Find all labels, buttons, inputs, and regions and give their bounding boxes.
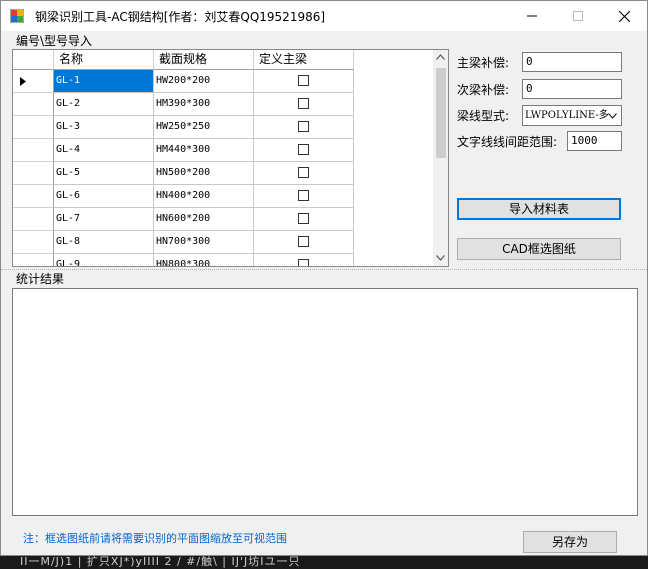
import-menu-tab[interactable]: 编号\型号导入	[16, 32, 92, 49]
cell-main-beam	[254, 162, 354, 185]
cell-name[interactable]: GL-9	[54, 254, 154, 266]
beam-grid[interactable]: 名称 截面规格 定义主梁 GL-1 HW200*200 GL-2 HM390*300 G…	[12, 49, 449, 267]
main-beam-checkbox[interactable]	[298, 98, 309, 109]
close-button[interactable]	[601, 1, 647, 31]
import-material-button[interactable]: 导入材料表	[457, 198, 621, 220]
cell-spec[interactable]: HN500*200	[154, 162, 254, 185]
main-beam-checkbox[interactable]	[298, 144, 309, 155]
main-beam-checkbox[interactable]	[298, 121, 309, 132]
cell-name[interactable]: GL-4	[54, 139, 154, 162]
cell-spec[interactable]: HN800*300	[154, 254, 254, 266]
row-header[interactable]	[13, 93, 54, 116]
cell-main-beam	[254, 208, 354, 231]
main-beam-comp-label: 主梁补偿:	[457, 56, 510, 70]
window-title: 钢梁识别工具-AC钢结构[作者：刘艾春QQ19521986]	[35, 10, 326, 24]
cell-spec[interactable]: HM390*300	[154, 93, 254, 116]
main-beam-checkbox[interactable]	[298, 75, 309, 86]
minimize-button[interactable]	[509, 1, 555, 31]
row-header[interactable]	[13, 208, 54, 231]
background-cad-area: II一M/J)1 | 扩只XJ*)yIIII 2 / #/触\ | IJ'J坊I…	[0, 556, 648, 569]
scroll-thumb[interactable]	[436, 68, 446, 158]
main-window: 钢梁识别工具-AC钢结构[作者：刘艾春QQ19521986] 编号\型号导入 名…	[0, 0, 648, 556]
main-beam-comp-input[interactable]: 0	[522, 52, 622, 72]
cell-name[interactable]: GL-7	[54, 208, 154, 231]
cell-spec[interactable]: HN600*200	[154, 208, 254, 231]
cad-select-drawing-button[interactable]: CAD框选图纸	[457, 238, 621, 260]
line-type-label: 梁线型式:	[457, 109, 510, 123]
cell-main-beam	[254, 93, 354, 116]
cell-name[interactable]: GL-8	[54, 231, 154, 254]
row-header[interactable]	[13, 254, 54, 266]
chevron-down-icon	[608, 113, 617, 119]
grid-vertical-scrollbar[interactable]	[433, 50, 448, 266]
save-as-button[interactable]: 另存为	[523, 531, 617, 553]
row-header[interactable]	[13, 162, 54, 185]
cell-main-beam	[254, 231, 354, 254]
minimize-icon	[527, 15, 537, 17]
scroll-up-arrow-icon[interactable]	[436, 54, 445, 60]
cell-name[interactable]: GL-1	[54, 70, 154, 93]
cell-name[interactable]: GL-3	[54, 116, 154, 139]
app-icon	[10, 9, 24, 23]
cell-spec[interactable]: HN400*200	[154, 185, 254, 208]
row-header[interactable]	[13, 70, 54, 93]
main-beam-checkbox[interactable]	[298, 259, 309, 266]
hint-note: 注：框选图纸前请将需要识别的平面图缩放至可视范围	[23, 532, 287, 545]
cell-main-beam	[254, 254, 354, 266]
stats-result-textarea[interactable]	[12, 288, 638, 516]
main-beam-checkbox[interactable]	[298, 213, 309, 224]
cell-main-beam	[254, 139, 354, 162]
cell-name[interactable]: GL-6	[54, 185, 154, 208]
cell-spec[interactable]: HM440*300	[154, 139, 254, 162]
row-pointer-icon	[20, 77, 26, 86]
main-beam-checkbox[interactable]	[298, 190, 309, 201]
row-header[interactable]	[13, 185, 54, 208]
line-type-select[interactable]: LWPOLYLINE-多	[522, 105, 622, 126]
grid-corner-header	[13, 50, 54, 70]
close-icon	[618, 10, 630, 22]
cell-main-beam	[254, 116, 354, 139]
cell-name[interactable]: GL-2	[54, 93, 154, 116]
cell-name[interactable]: GL-5	[54, 162, 154, 185]
cell-main-beam	[254, 185, 354, 208]
cell-main-beam	[254, 70, 354, 93]
row-header[interactable]	[13, 231, 54, 254]
row-header[interactable]	[13, 139, 54, 162]
splitter[interactable]	[1, 269, 647, 270]
text-distance-input[interactable]: 1000	[567, 131, 622, 151]
column-header-spec[interactable]: 截面规格	[154, 50, 254, 70]
maximize-icon	[573, 11, 583, 21]
cell-spec[interactable]: HN700*300	[154, 231, 254, 254]
line-type-value: LWPOLYLINE-多	[525, 110, 609, 121]
row-header[interactable]	[13, 116, 54, 139]
cell-spec[interactable]: HW200*200	[154, 70, 254, 93]
text-distance-label: 文字线线间距范围:	[457, 135, 558, 149]
cell-spec[interactable]: HW250*250	[154, 116, 254, 139]
column-header-name[interactable]: 名称	[54, 50, 154, 70]
maximize-button[interactable]	[555, 1, 601, 31]
column-header-main-beam[interactable]: 定义主梁	[254, 50, 354, 70]
main-beam-checkbox[interactable]	[298, 167, 309, 178]
main-beam-checkbox[interactable]	[298, 236, 309, 247]
stats-label: 统计结果	[16, 272, 65, 286]
title-bar[interactable]: 钢梁识别工具-AC钢结构[作者：刘艾春QQ19521986]	[1, 1, 647, 31]
scroll-down-arrow-icon[interactable]	[436, 255, 445, 261]
secondary-beam-comp-input[interactable]: 0	[522, 79, 622, 99]
background-text: II一M/J)1 | 扩只XJ*)yIIII 2 / #/触\ | IJ'J坊I…	[20, 556, 301, 568]
secondary-beam-comp-label: 次梁补偿:	[457, 83, 510, 97]
